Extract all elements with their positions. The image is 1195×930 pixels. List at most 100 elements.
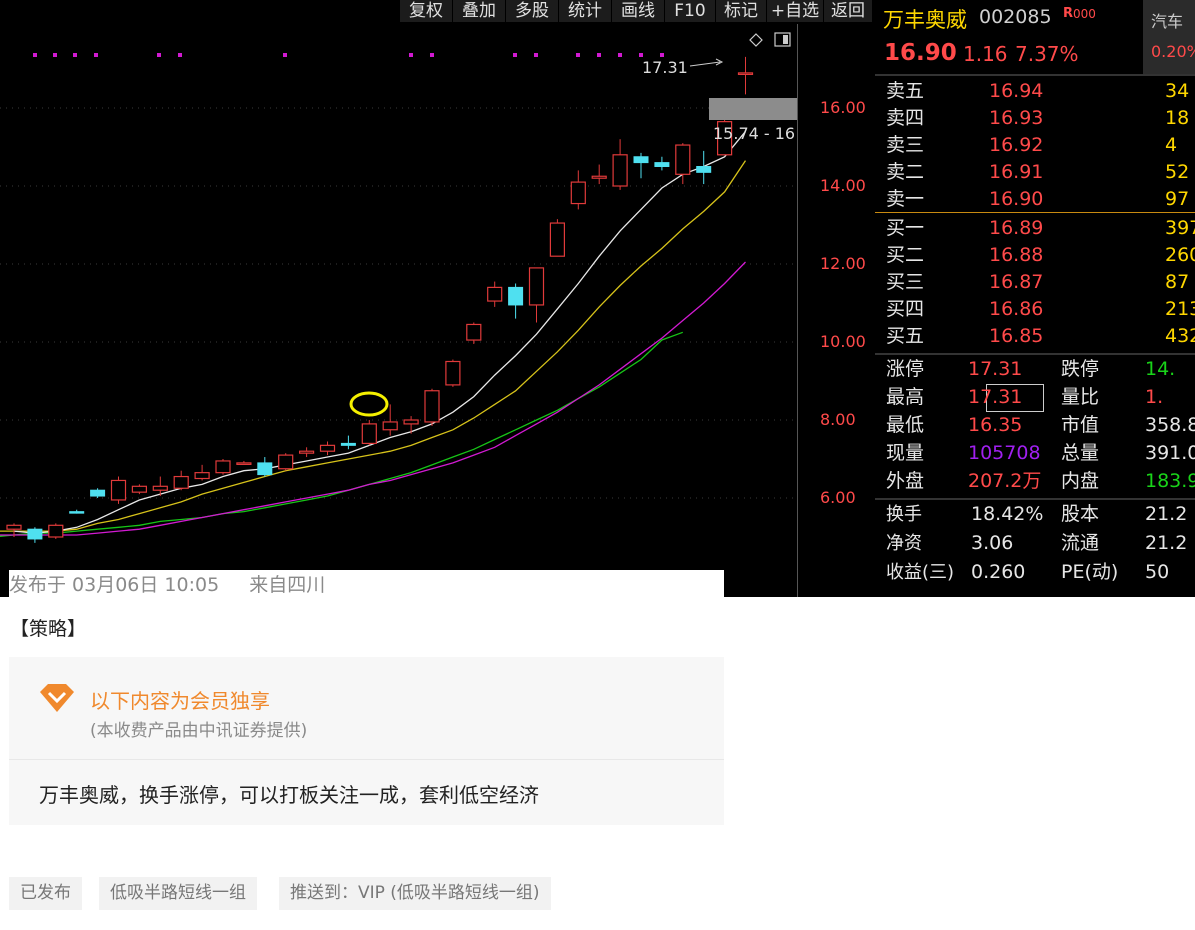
sector-name: 汽车 — [1151, 12, 1184, 31]
candle[interactable] — [508, 283, 524, 319]
ask-volume: 52 — [1165, 161, 1190, 183]
stat-row: 最低 16.35 市值 358.8 — [875, 412, 1195, 439]
candle[interactable] — [403, 416, 419, 434]
bid-row[interactable]: 买五 16.85 432 — [875, 323, 1195, 350]
price-range-box — [709, 98, 797, 120]
vip-diamond-icon — [40, 684, 74, 712]
candle-body — [215, 460, 231, 474]
ask-row[interactable]: 卖一 16.90 97 — [875, 186, 1195, 213]
candle-body — [236, 462, 252, 465]
stats2-divider — [875, 498, 1195, 500]
ask-price: 16.90 — [989, 188, 1044, 210]
candle[interactable] — [48, 523, 64, 539]
candle-body — [445, 360, 461, 386]
candle[interactable] — [633, 152, 649, 179]
tag-push-target[interactable]: 推送到：VIP (低吸半路短线一组) — [279, 877, 551, 910]
bid-price: 16.85 — [989, 325, 1044, 347]
bid-row[interactable]: 买二 16.88 260 — [875, 242, 1195, 269]
stat-value: 17.31 — [968, 386, 1023, 408]
bid-label: 买一 — [886, 217, 925, 239]
candle[interactable] — [424, 388, 440, 426]
stat2-label: 换手 — [886, 504, 922, 525]
candle-body — [69, 511, 85, 514]
stat2-label-2: 股本 — [1061, 503, 1100, 525]
candle[interactable] — [215, 459, 231, 475]
candle-body — [152, 485, 168, 491]
axis-label-16: 16.00 — [820, 98, 866, 117]
member-box-divider — [9, 759, 724, 760]
bid-volume: 87 — [1165, 271, 1190, 293]
ask-row[interactable]: 卖五 16.94 34 — [875, 78, 1195, 105]
ma60-line — [0, 331, 684, 537]
candle[interactable] — [549, 219, 566, 257]
candle[interactable] — [737, 56, 754, 95]
candle[interactable] — [696, 150, 712, 185]
candle[interactable] — [27, 527, 43, 543]
stat-label-2: 跌停 — [1061, 358, 1100, 380]
panel-toggle-icon[interactable] — [774, 32, 791, 47]
candle[interactable] — [299, 447, 315, 458]
stats-divider — [875, 353, 1195, 355]
ask-label: 卖二 — [886, 161, 925, 183]
candle[interactable] — [528, 267, 545, 323]
bid-row[interactable]: 买一 16.89 397 — [875, 215, 1195, 242]
kline-chart-panel[interactable]: 复权 叠加 多股 统计 画线 F10 标记 +自选 返回 16.00 14.00… — [0, 0, 875, 597]
bid-volume: 213 — [1165, 298, 1195, 320]
stat-value-2: 358.8 — [1145, 414, 1195, 436]
back-button[interactable]: 返回 — [824, 0, 872, 22]
candle[interactable] — [278, 453, 294, 471]
candle[interactable] — [487, 281, 503, 307]
candle[interactable] — [654, 156, 670, 171]
ask-row[interactable]: 卖三 16.92 4 — [875, 132, 1195, 159]
bid-price: 16.86 — [989, 298, 1044, 320]
bid-row[interactable]: 买四 16.86 213 — [875, 296, 1195, 323]
candle[interactable] — [173, 470, 189, 491]
candle[interactable] — [90, 488, 106, 498]
high-marker-line — [689, 61, 721, 67]
price-axis-line — [797, 24, 798, 597]
candle[interactable] — [194, 464, 210, 481]
sector-box[interactable]: 汽车 0.20% — [1143, 0, 1195, 74]
candle[interactable] — [319, 441, 336, 456]
tag-published[interactable]: 已发布 — [9, 877, 82, 910]
candle[interactable] — [612, 139, 628, 190]
axis-label-6: 6.00 — [820, 488, 856, 507]
candle[interactable] — [466, 322, 482, 344]
candle[interactable] — [591, 164, 607, 185]
candle-body — [528, 267, 545, 306]
ask-row[interactable]: 卖二 16.91 52 — [875, 159, 1195, 186]
price-change: 1.16 — [963, 42, 1008, 66]
stat-label-2: 量比 — [1061, 386, 1100, 408]
diamond-icon[interactable] — [749, 33, 763, 47]
price-range-label: 15.74 - 16 — [713, 124, 796, 143]
axis-label-10: 10.00 — [820, 332, 866, 351]
bid-row[interactable]: 买三 16.87 87 — [875, 269, 1195, 296]
bid-volume: 260 — [1165, 244, 1195, 266]
tag-group[interactable]: 低吸半路短线一组 — [99, 877, 257, 910]
stat-value: 105708 — [968, 442, 1041, 464]
bid-volume: 397 — [1165, 217, 1195, 239]
candle[interactable] — [110, 476, 127, 504]
kline-plot[interactable] — [0, 0, 797, 597]
candle[interactable] — [570, 170, 586, 210]
signal-dots — [33, 53, 664, 57]
ask-volume: 18 — [1165, 107, 1190, 129]
stat-label: 涨停 — [886, 358, 925, 380]
candle[interactable] — [236, 460, 252, 465]
ask-price: 16.93 — [989, 107, 1044, 129]
ask-row[interactable]: 卖四 16.93 18 — [875, 105, 1195, 132]
candle-body — [424, 390, 440, 423]
candle[interactable] — [257, 457, 273, 477]
candle[interactable] — [361, 420, 377, 446]
candle-body — [173, 475, 189, 489]
candle-body — [696, 166, 712, 173]
candle-body — [403, 419, 419, 425]
candle[interactable] — [340, 435, 356, 450]
candle[interactable] — [69, 509, 85, 514]
bid-label: 买五 — [886, 325, 925, 347]
bid-volume: 432 — [1165, 325, 1195, 347]
stat-label: 最高 — [886, 386, 925, 408]
candle[interactable] — [131, 484, 147, 495]
highlight-circle-annotation — [349, 391, 389, 417]
candle[interactable] — [445, 359, 461, 387]
